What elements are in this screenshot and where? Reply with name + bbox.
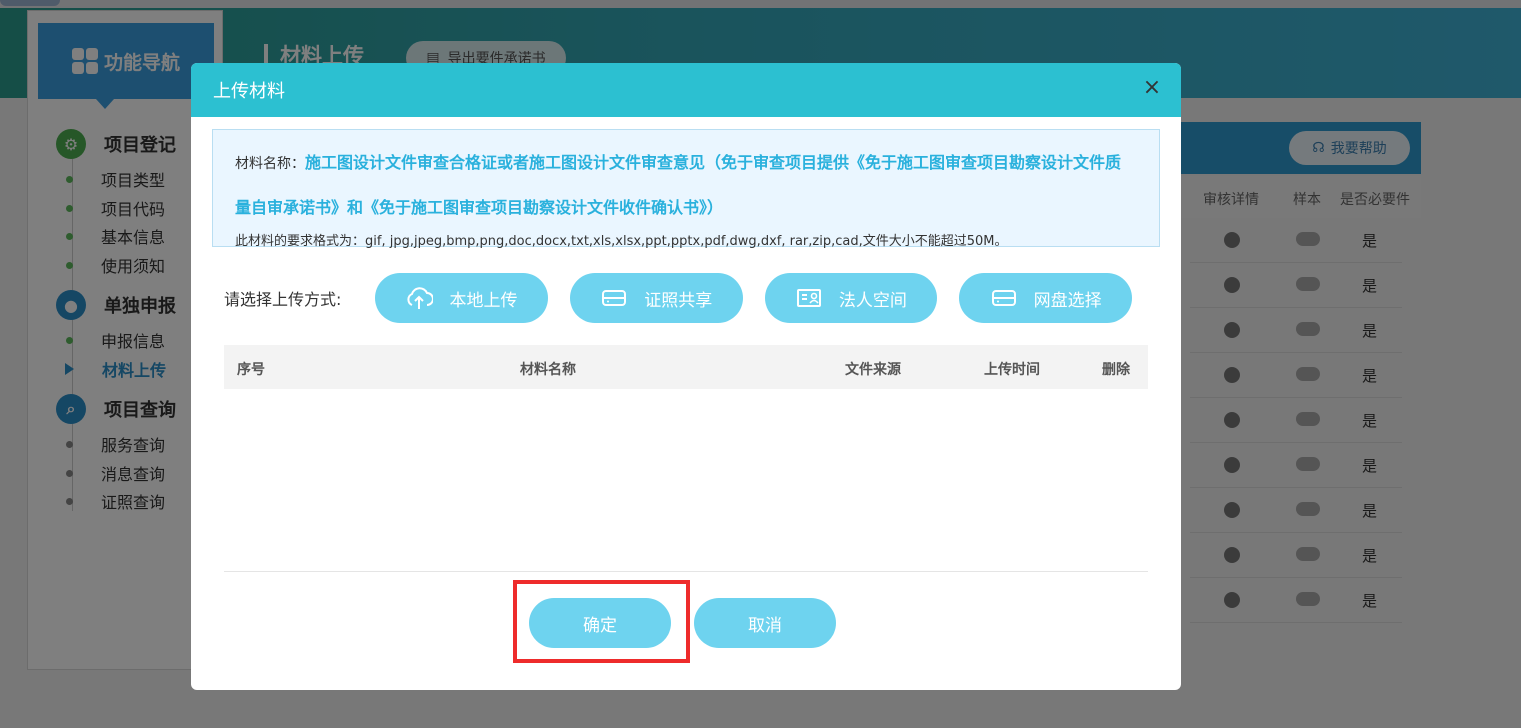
netdisk-select-button[interactable]: 网盘选择 — [959, 273, 1132, 323]
confirm-highlight-box — [513, 580, 690, 663]
material-info-box: 材料名称：施工图设计文件审查合格证或者施工图设计文件审查意见（免于审查项目提供《… — [212, 129, 1160, 249]
uploaded-files-table: 序号 材料名称 文件来源 上传时间 删除 — [224, 345, 1148, 571]
id-card-icon — [796, 289, 821, 307]
dialog-title: 上传材料 — [213, 81, 285, 102]
cancel-label: 取消 — [748, 615, 782, 636]
material-name-line1: 施工图设计文件审查合格证或者施工图设计文件审查意见（免于审查项目提供《免于施工图… — [305, 153, 1122, 172]
button-label: 法人空间 — [838, 290, 907, 311]
drive-icon — [602, 290, 627, 306]
col-upload-time: 上传时间 — [984, 362, 1040, 378]
upload-method-row: 请选择上传方式: 本地上传 证照共享 法人空间 网盘选择 — [224, 273, 1154, 323]
button-label: 网盘选择 — [1033, 290, 1102, 311]
legal-person-space-button[interactable]: 法人空间 — [764, 273, 938, 323]
divider — [224, 571, 1148, 572]
table-header: 序号 材料名称 文件来源 上传时间 删除 — [224, 345, 1148, 389]
col-material-name: 材料名称 — [520, 362, 576, 378]
upload-method-label: 请选择上传方式: — [224, 290, 342, 309]
close-icon[interactable]: × — [1141, 77, 1163, 99]
material-name-row: 材料名称：施工图设计文件审查合格证或者施工图设计文件审查意见（免于审查项目提供《… — [235, 140, 1149, 185]
button-label: 证照共享 — [644, 290, 713, 311]
format-requirement: 此材料的要求格式为：gif, jpg,jpeg,bmp,png,doc,docx… — [235, 234, 1008, 249]
cloud-upload-icon — [407, 287, 434, 309]
material-label: 材料名称： — [235, 156, 305, 172]
col-index: 序号 — [237, 362, 265, 378]
button-label: 本地上传 — [449, 290, 518, 311]
dialog-header: 上传材料 × — [191, 63, 1181, 117]
col-file-source: 文件来源 — [845, 362, 901, 378]
col-delete: 删除 — [1102, 362, 1130, 378]
drive-icon — [991, 290, 1016, 306]
material-name-line2: 量自审承诺书》和《免于施工图审查项目勘察设计文件收件确认书》） — [235, 198, 724, 217]
table-body — [224, 389, 1148, 571]
local-upload-button[interactable]: 本地上传 — [375, 273, 548, 323]
license-share-button[interactable]: 证照共享 — [569, 273, 743, 323]
cancel-button[interactable]: 取消 — [694, 598, 836, 648]
